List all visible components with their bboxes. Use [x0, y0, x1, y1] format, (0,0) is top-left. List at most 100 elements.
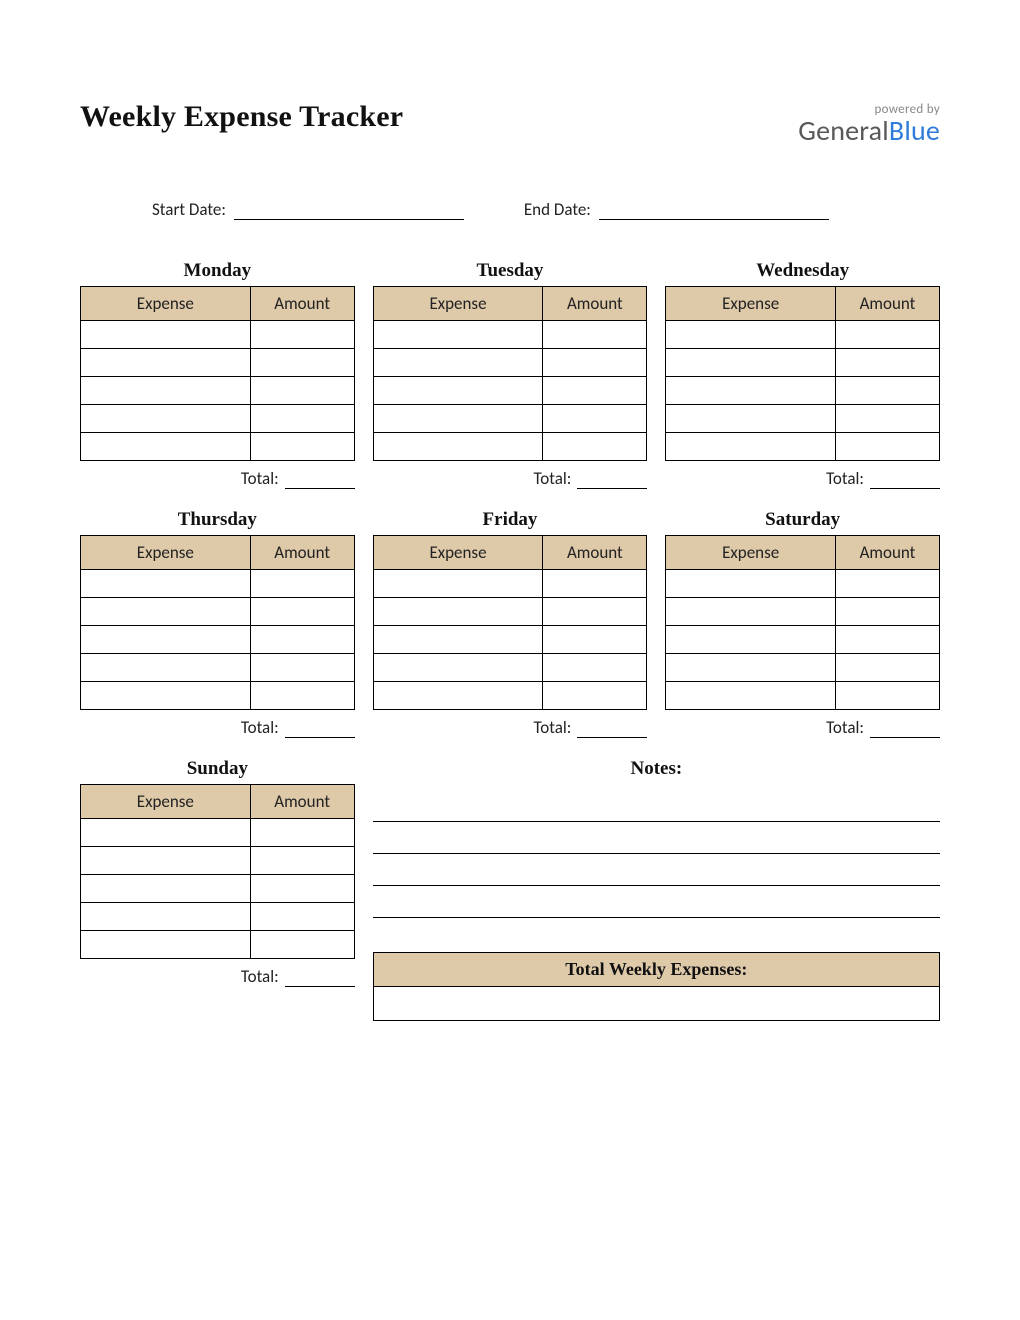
day-table: ExpenseAmount: [80, 286, 355, 461]
note-line[interactable]: [373, 886, 940, 918]
expense-cell[interactable]: [666, 682, 836, 710]
table-row: [373, 626, 647, 654]
table-row: [666, 598, 940, 626]
amount-cell[interactable]: [543, 626, 647, 654]
expense-header: Expense: [666, 287, 836, 321]
expense-cell[interactable]: [81, 405, 251, 433]
amount-cell[interactable]: [250, 903, 354, 931]
amount-cell[interactable]: [250, 321, 354, 349]
amount-cell[interactable]: [250, 682, 354, 710]
expense-cell[interactable]: [666, 570, 836, 598]
amount-cell[interactable]: [250, 847, 354, 875]
expense-cell[interactable]: [373, 321, 543, 349]
note-line[interactable]: [373, 854, 940, 886]
expense-cell[interactable]: [666, 405, 836, 433]
amount-cell[interactable]: [835, 654, 939, 682]
expense-cell[interactable]: [373, 349, 543, 377]
expense-cell[interactable]: [373, 626, 543, 654]
expense-cell[interactable]: [373, 405, 543, 433]
expense-cell[interactable]: [81, 321, 251, 349]
amount-cell[interactable]: [835, 349, 939, 377]
expense-cell[interactable]: [81, 598, 251, 626]
amount-cell[interactable]: [835, 321, 939, 349]
amount-cell[interactable]: [250, 819, 354, 847]
expense-cell[interactable]: [373, 377, 543, 405]
amount-cell[interactable]: [835, 682, 939, 710]
amount-cell[interactable]: [835, 598, 939, 626]
amount-cell[interactable]: [543, 349, 647, 377]
amount-cell[interactable]: [250, 931, 354, 959]
expense-cell[interactable]: [81, 903, 251, 931]
amount-cell[interactable]: [543, 570, 647, 598]
amount-cell[interactable]: [250, 377, 354, 405]
table-row: [666, 654, 940, 682]
day-total-value[interactable]: [285, 965, 355, 987]
amount-cell[interactable]: [835, 405, 939, 433]
amount-cell[interactable]: [543, 377, 647, 405]
note-line[interactable]: [373, 822, 940, 854]
amount-cell[interactable]: [250, 654, 354, 682]
amount-cell[interactable]: [543, 433, 647, 461]
amount-cell[interactable]: [250, 598, 354, 626]
amount-cell[interactable]: [835, 570, 939, 598]
expense-header: Expense: [81, 536, 251, 570]
day-total-value[interactable]: [285, 467, 355, 489]
expense-cell[interactable]: [666, 433, 836, 461]
day-heading: Tuesday: [373, 260, 648, 282]
expense-cell[interactable]: [81, 349, 251, 377]
expense-cell[interactable]: [81, 570, 251, 598]
note-line[interactable]: [373, 790, 940, 822]
amount-cell[interactable]: [543, 654, 647, 682]
expense-tracker-page: Weekly Expense Tracker powered by Genera…: [0, 0, 1020, 1320]
days-grid: MondayExpenseAmountTotal:TuesdayExpenseA…: [80, 260, 940, 1021]
amount-cell[interactable]: [835, 626, 939, 654]
expense-cell[interactable]: [666, 321, 836, 349]
expense-cell[interactable]: [373, 570, 543, 598]
amount-cell[interactable]: [543, 321, 647, 349]
expense-cell[interactable]: [666, 598, 836, 626]
expense-cell[interactable]: [666, 626, 836, 654]
day-total-value[interactable]: [577, 716, 647, 738]
expense-cell[interactable]: [81, 819, 251, 847]
day-total-label: Total:: [534, 717, 572, 738]
expense-cell[interactable]: [373, 654, 543, 682]
expense-cell[interactable]: [81, 875, 251, 903]
expense-cell[interactable]: [373, 433, 543, 461]
header: Weekly Expense Tracker powered by Genera…: [80, 100, 940, 148]
expense-cell[interactable]: [81, 931, 251, 959]
start-date-input[interactable]: [234, 198, 464, 220]
amount-cell[interactable]: [250, 405, 354, 433]
amount-cell[interactable]: [835, 377, 939, 405]
amount-cell[interactable]: [250, 875, 354, 903]
notes-heading: Notes:: [373, 758, 940, 780]
day-total-value[interactable]: [285, 716, 355, 738]
amount-cell[interactable]: [250, 570, 354, 598]
total-weekly-value[interactable]: [373, 987, 940, 1021]
expense-cell[interactable]: [81, 847, 251, 875]
expense-cell[interactable]: [373, 682, 543, 710]
expense-cell[interactable]: [81, 433, 251, 461]
expense-cell[interactable]: [666, 349, 836, 377]
amount-cell[interactable]: [250, 626, 354, 654]
notes-lines: [373, 790, 940, 918]
day-total-row: Total:: [665, 467, 940, 489]
amount-cell[interactable]: [250, 433, 354, 461]
expense-cell[interactable]: [666, 377, 836, 405]
day-total-value[interactable]: [870, 716, 940, 738]
expense-cell[interactable]: [666, 654, 836, 682]
amount-cell[interactable]: [250, 349, 354, 377]
amount-cell[interactable]: [543, 682, 647, 710]
expense-cell[interactable]: [81, 626, 251, 654]
expense-cell[interactable]: [81, 654, 251, 682]
end-date-input[interactable]: [599, 198, 829, 220]
amount-cell[interactable]: [835, 433, 939, 461]
expense-header: Expense: [81, 287, 251, 321]
expense-cell[interactable]: [81, 377, 251, 405]
amount-cell[interactable]: [543, 405, 647, 433]
table-row: [373, 377, 647, 405]
expense-cell[interactable]: [373, 598, 543, 626]
day-total-value[interactable]: [577, 467, 647, 489]
expense-cell[interactable]: [81, 682, 251, 710]
amount-cell[interactable]: [543, 598, 647, 626]
day-total-value[interactable]: [870, 467, 940, 489]
